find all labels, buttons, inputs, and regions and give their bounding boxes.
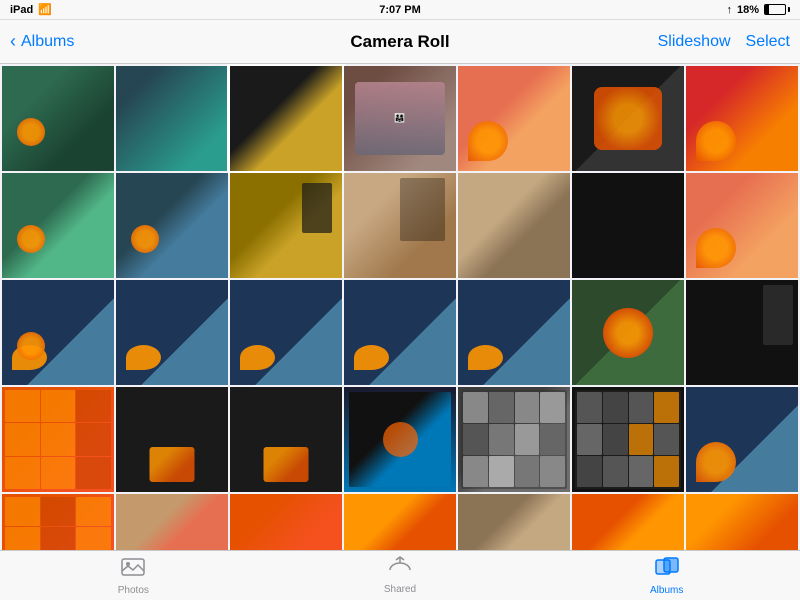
list-item[interactable]	[344, 387, 456, 492]
list-item[interactable]	[230, 280, 342, 385]
status-bar: iPad 📶 7:07 PM ↑ 18%	[0, 0, 800, 20]
list-item[interactable]	[572, 173, 684, 278]
device-label: iPad	[10, 4, 33, 16]
tab-shared[interactable]: Shared	[267, 556, 534, 595]
tab-albums-label: Albums	[650, 585, 683, 596]
slideshow-button[interactable]: Slideshow	[658, 33, 731, 51]
list-item[interactable]	[230, 494, 342, 550]
list-item[interactable]	[686, 387, 798, 492]
status-right: ↑ 18%	[726, 4, 790, 16]
nav-bar: ‹ Albums Camera Roll Slideshow Select	[0, 20, 800, 64]
list-item[interactable]: 👨‍👩‍👧	[344, 66, 456, 171]
list-item[interactable]	[686, 66, 798, 171]
list-item[interactable]	[116, 494, 228, 550]
list-item[interactable]	[230, 387, 342, 492]
battery-indicator	[764, 4, 790, 15]
list-item[interactable]	[344, 494, 456, 550]
list-item[interactable]	[2, 173, 114, 278]
tab-photos-label: Photos	[118, 585, 149, 596]
list-item[interactable]	[686, 494, 798, 550]
list-item[interactable]	[458, 387, 570, 492]
tab-photos[interactable]: Photos	[0, 555, 267, 596]
chevron-left-icon: ‹	[10, 31, 16, 52]
battery-label: 18%	[737, 4, 759, 16]
list-item[interactable]	[572, 494, 684, 550]
list-item[interactable]	[458, 280, 570, 385]
photo-row: 👨‍👩‍👧	[2, 66, 798, 171]
arrow-icon: ↑	[726, 4, 732, 16]
photo-row	[2, 280, 798, 385]
list-item[interactable]	[116, 173, 228, 278]
tab-shared-label: Shared	[384, 584, 416, 595]
list-item[interactable]	[116, 387, 228, 492]
photo-row	[2, 494, 798, 550]
list-item[interactable]	[2, 280, 114, 385]
list-item[interactable]	[458, 173, 570, 278]
list-item[interactable]	[572, 280, 684, 385]
list-item[interactable]	[458, 66, 570, 171]
list-item[interactable]	[230, 173, 342, 278]
list-item[interactable]	[2, 387, 114, 492]
photo-row	[2, 173, 798, 278]
list-item[interactable]	[116, 66, 228, 171]
list-item[interactable]	[2, 66, 114, 171]
nav-actions: Slideshow Select	[658, 33, 790, 51]
status-left: iPad 📶	[10, 3, 52, 16]
list-item[interactable]	[344, 280, 456, 385]
shared-icon	[387, 556, 413, 582]
status-time: 7:07 PM	[379, 4, 421, 16]
tab-albums[interactable]: Albums	[533, 555, 800, 596]
list-item[interactable]	[230, 66, 342, 171]
list-item[interactable]	[116, 280, 228, 385]
list-item[interactable]	[2, 494, 114, 550]
list-item[interactable]	[458, 494, 570, 550]
albums-icon	[655, 555, 679, 583]
list-item[interactable]	[344, 173, 456, 278]
tab-bar: Photos Shared Albums	[0, 550, 800, 600]
photo-row	[2, 387, 798, 492]
list-item[interactable]	[572, 387, 684, 492]
photo-grid: 👨‍👩‍👧	[0, 64, 800, 550]
back-button[interactable]: ‹ Albums	[10, 31, 74, 52]
select-button[interactable]: Select	[746, 33, 790, 51]
wifi-icon: 📶	[38, 3, 52, 16]
list-item[interactable]	[686, 173, 798, 278]
list-item[interactable]	[686, 280, 798, 385]
back-label: Albums	[21, 33, 74, 51]
page-title: Camera Roll	[350, 32, 449, 52]
photos-icon	[121, 555, 145, 583]
list-item[interactable]	[572, 66, 684, 171]
